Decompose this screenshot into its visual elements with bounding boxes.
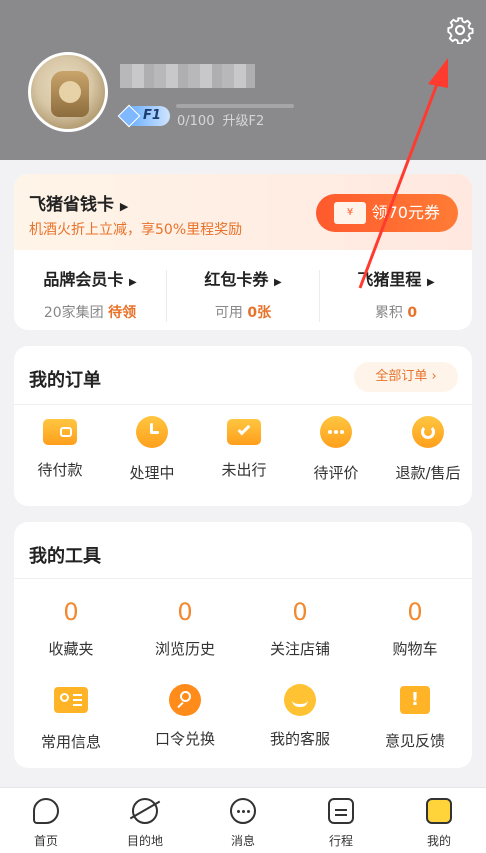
order-to-review[interactable]: 待评价 bbox=[290, 416, 382, 483]
level-label: F1 bbox=[143, 108, 161, 123]
tab-home[interactable]: 首页 bbox=[10, 798, 82, 849]
favorites-count[interactable]: 0 收藏夹 bbox=[14, 598, 128, 659]
tab-label: 目的地 bbox=[126, 834, 163, 848]
orders-title: 我的订单 bbox=[29, 370, 101, 391]
count-value: 0 bbox=[63, 598, 79, 626]
savings-card-title[interactable]: 飞猪省钱卡 ▶ bbox=[29, 190, 128, 215]
count-value: 0 bbox=[292, 598, 308, 626]
tools-card: 我的工具 0 收藏夹 0 浏览历史 0 关注店铺 0 购物车 常用信息 口令兑换… bbox=[14, 522, 472, 768]
tab-messages[interactable]: 消息 bbox=[207, 798, 279, 849]
tool-label: 意见反馈 bbox=[384, 732, 445, 750]
order-pending-payment[interactable]: 待付款 bbox=[14, 416, 106, 480]
stat-value: 0 bbox=[407, 305, 418, 321]
claim-coupon-label: 领70元券 bbox=[371, 203, 440, 222]
upgrade-text: 升级F2 bbox=[222, 114, 265, 129]
order-processing[interactable]: 处理中 bbox=[106, 416, 198, 483]
profile-tab-icon bbox=[426, 798, 452, 824]
level-progress-text: 0/100 升级F2 bbox=[177, 110, 264, 129]
history-count[interactable]: 0 浏览历史 bbox=[128, 598, 242, 659]
tools-title: 我的工具 bbox=[29, 546, 101, 567]
followed-shops-count[interactable]: 0 关注店铺 bbox=[243, 598, 357, 659]
tool-label: 常用信息 bbox=[40, 733, 101, 751]
order-label: 待评价 bbox=[313, 464, 359, 482]
username-blurred bbox=[120, 64, 255, 88]
savings-card-subtitle: 机酒火折上立减，享50%里程奖励 bbox=[29, 222, 243, 238]
count-label: 关注店铺 bbox=[269, 640, 330, 658]
chevron-right-icon: ▶ bbox=[426, 277, 435, 288]
stat-prefix: 可用 bbox=[214, 305, 243, 321]
count-label: 收藏夹 bbox=[48, 640, 94, 658]
level-badge[interactable]: F1 bbox=[117, 104, 170, 128]
stat-value: 0张 bbox=[247, 305, 272, 321]
suitcase-icon bbox=[328, 798, 354, 824]
key-search-icon bbox=[167, 684, 203, 716]
home-leaf-icon bbox=[33, 798, 59, 824]
order-not-departed[interactable]: 未出行 bbox=[198, 416, 290, 480]
profile-header: F1 0/100 升级F2 bbox=[0, 0, 486, 160]
clock-icon bbox=[136, 416, 168, 448]
stat-prefix: 累积 bbox=[374, 305, 403, 321]
stat-title: 品牌会员卡 bbox=[43, 270, 124, 289]
calendar-check-icon bbox=[227, 419, 261, 445]
count-label: 浏览历史 bbox=[154, 640, 215, 658]
all-orders-button[interactable]: 全部订单 › bbox=[354, 362, 458, 392]
avatar[interactable] bbox=[28, 52, 108, 132]
customer-service-icon bbox=[282, 684, 318, 716]
red-envelope-icon: ¥ bbox=[334, 202, 366, 224]
vip-card: 飞猪省钱卡 ▶ 机酒火折上立减，享50%里程奖励 ¥ 领70元券 品牌会员卡 ▶… bbox=[14, 174, 472, 330]
wallet-icon bbox=[43, 419, 77, 445]
tab-mine[interactable]: 我的 bbox=[403, 798, 475, 849]
claim-coupon-button[interactable]: ¥ 领70元券 bbox=[316, 194, 458, 232]
brand-member-card-stat[interactable]: 品牌会员卡 ▶ 20家集团 待领 bbox=[14, 266, 166, 322]
tab-label: 消息 bbox=[230, 834, 255, 848]
tab-label: 我的 bbox=[426, 834, 451, 848]
tool-label: 口令兑换 bbox=[154, 730, 215, 748]
id-card-icon bbox=[53, 687, 89, 719]
chevron-right-icon: ▶ bbox=[119, 200, 129, 213]
tool-common-info[interactable]: 常用信息 bbox=[14, 684, 128, 752]
tool-feedback[interactable]: ! 意见反馈 bbox=[358, 684, 472, 751]
divider bbox=[14, 578, 472, 579]
gear-icon[interactable] bbox=[446, 16, 474, 44]
stat-value: 待领 bbox=[108, 305, 137, 321]
bottom-tab-bar: 首页 目的地 消息 行程 我的 bbox=[0, 787, 486, 853]
level-progress-bar bbox=[176, 104, 294, 108]
refund-icon bbox=[412, 416, 444, 448]
savings-card-banner[interactable]: 飞猪省钱卡 ▶ 机酒火折上立减，享50%里程奖励 ¥ 领70元券 bbox=[14, 174, 472, 250]
order-refund[interactable]: 退款/售后 bbox=[382, 416, 472, 483]
feedback-icon: ! bbox=[397, 686, 433, 718]
tab-label: 首页 bbox=[33, 834, 58, 848]
order-label: 未出行 bbox=[221, 461, 267, 479]
count-value: 0 bbox=[407, 598, 423, 626]
tool-code-redeem[interactable]: 口令兑换 bbox=[128, 684, 242, 749]
tab-destination[interactable]: 目的地 bbox=[109, 798, 181, 849]
coupons-stat[interactable]: 红包卡券 ▶ 可用 0张 bbox=[167, 266, 319, 322]
tab-label: 行程 bbox=[328, 834, 353, 848]
tab-itinerary[interactable]: 行程 bbox=[305, 798, 377, 849]
order-label: 处理中 bbox=[129, 464, 175, 482]
mileage-stat[interactable]: 飞猪里程 ▶ 累积 0 bbox=[320, 266, 472, 322]
divider bbox=[14, 404, 472, 405]
stat-title: 红包卡券 bbox=[204, 270, 269, 289]
planet-icon bbox=[129, 798, 161, 824]
order-label: 待付款 bbox=[37, 461, 83, 479]
chevron-right-icon: ▶ bbox=[273, 277, 282, 288]
count-label: 购物车 bbox=[392, 640, 438, 658]
count-value: 0 bbox=[177, 598, 193, 626]
stat-title: 飞猪里程 bbox=[357, 270, 422, 289]
progress-value: 0/100 bbox=[177, 114, 215, 129]
chat-bubble-icon bbox=[320, 416, 352, 448]
message-icon bbox=[230, 798, 256, 824]
tool-customer-service[interactable]: 我的客服 bbox=[243, 684, 357, 749]
tool-label: 我的客服 bbox=[269, 730, 330, 748]
orders-card: 我的订单 全部订单 › 待付款 处理中 未出行 待评价 退款/售后 bbox=[14, 346, 472, 506]
chevron-right-icon: › bbox=[431, 369, 437, 384]
chevron-right-icon: ▶ bbox=[128, 277, 137, 288]
cart-count[interactable]: 0 购物车 bbox=[358, 598, 472, 659]
order-label: 退款/售后 bbox=[395, 464, 461, 482]
stat-prefix: 20家集团 bbox=[43, 305, 104, 321]
